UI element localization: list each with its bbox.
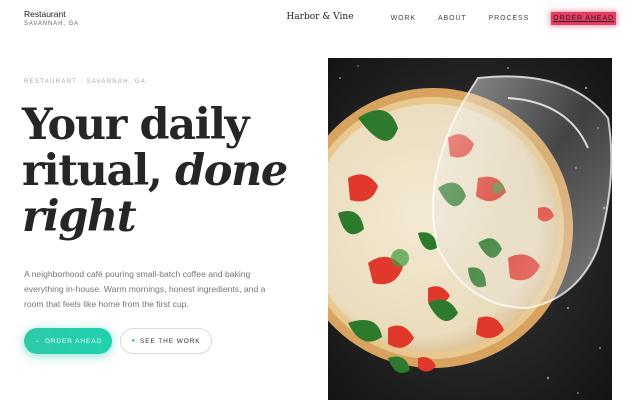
see-the-work-button[interactable]: ● SEE THE WORK <box>120 328 212 354</box>
dot-icon: ● <box>131 338 136 344</box>
nav-order-ahead-button[interactable]: ORDER AHEAD <box>551 12 616 25</box>
headline-line-3-italic: right <box>22 192 137 242</box>
site-header: Restaurant SAVANNAH, GA Harbor & Vine WO… <box>0 0 640 36</box>
hero-description: A neighborhood café pouring small-batch … <box>24 269 266 309</box>
nav-process[interactable]: PROCESS <box>489 13 530 24</box>
hero-pizza-image <box>328 58 612 400</box>
order-ahead-label: ORDER AHEAD <box>44 337 103 345</box>
headline-line-2-italic: done <box>175 146 288 196</box>
see-the-work-label: SEE THE WORK <box>140 337 201 345</box>
headline-line-2-plain: ritual, <box>22 146 176 196</box>
headline-line-1: Your daily <box>22 100 250 150</box>
nav-about[interactable]: ABOUT <box>438 13 467 24</box>
pizza-cutter <box>432 75 612 310</box>
main-nav: WORK ABOUT PROCESS ORDER AHEAD <box>369 12 616 25</box>
pizza-illustration <box>328 58 612 400</box>
order-ahead-button[interactable]: → ORDER AHEAD <box>24 328 112 354</box>
nav-work[interactable]: WORK <box>391 13 416 24</box>
hero-eyebrow: RESTAURANT · SAVANNAH, GA <box>24 79 147 85</box>
hero-headline: Your daily ritual, done right <box>22 102 322 240</box>
arrow-icon: → <box>33 338 41 344</box>
